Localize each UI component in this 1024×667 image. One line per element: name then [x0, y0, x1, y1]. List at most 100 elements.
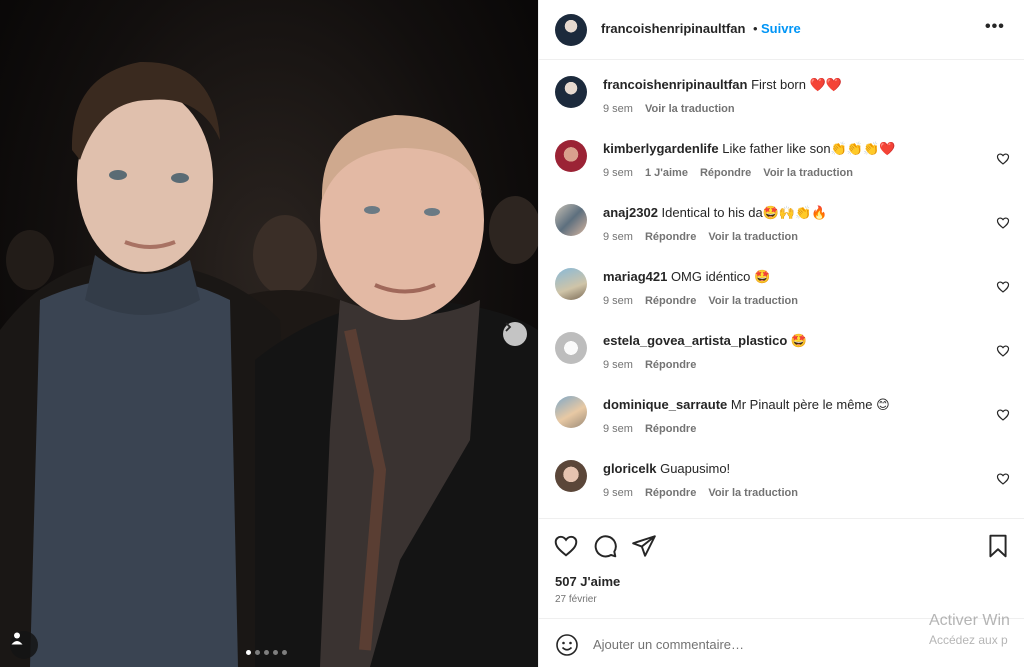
commenter-avatar[interactable]: [555, 396, 587, 428]
comment-time: 9 sem: [603, 295, 633, 307]
bookmark-icon[interactable]: [985, 533, 1011, 559]
user-icon: [11, 632, 23, 645]
post-actions: 507 J'aime 27 février: [539, 518, 1024, 618]
commenter-avatar[interactable]: [555, 460, 587, 492]
young-man-eye: [171, 173, 189, 183]
comment-body: estela_govea_artista_plastico 🤩: [603, 333, 807, 349]
tagged-users-button[interactable]: [10, 631, 38, 659]
comment-like-heart-icon[interactable]: [996, 472, 1010, 486]
see-translation-button[interactable]: Voir la traduction: [708, 487, 798, 499]
commenter-avatar[interactable]: [555, 140, 587, 172]
author-username[interactable]: francoishenripinaultfan: [601, 21, 745, 36]
follow-button[interactable]: Suivre: [761, 21, 801, 36]
comment-item: estela_govea_artista_plastico 🤩 9 sem Répo…: [539, 332, 1024, 396]
comment-item: gloricelk Guapusimo! 9 sem Répondre Voir la…: [539, 460, 1024, 518]
reply-button[interactable]: Répondre: [645, 359, 696, 371]
reply-button[interactable]: Répondre: [700, 167, 751, 179]
comment-time: 9 sem: [603, 423, 633, 435]
background-person: [6, 230, 54, 290]
comment-text: Like father like son👏👏👏❤️: [718, 141, 896, 156]
carousel-dot: [264, 650, 269, 655]
comment-item: mariag421 OMG idéntico 🤩 9 sem Répondre Voi…: [539, 268, 1024, 332]
comment-like-heart-icon[interactable]: [996, 344, 1010, 358]
comments-list[interactable]: francoishenripinaultfan First born ❤️❤️ 9…: [539, 60, 1024, 518]
reply-button[interactable]: Répondre: [645, 295, 696, 307]
commenter-avatar[interactable]: [555, 332, 587, 364]
post-side-panel: francoishenripinaultfan • Suivre ••• fra…: [538, 0, 1024, 667]
comment-body: dominique_sarraute Mr Pinault père le mê…: [603, 397, 890, 413]
young-man-eye: [109, 170, 127, 180]
comment-username[interactable]: francoishenripinaultfan: [603, 77, 747, 92]
comment-text: Identical to his da🤩🙌👏🔥: [657, 205, 828, 220]
comment-input[interactable]: [593, 633, 923, 655]
comment-body: gloricelk Guapusimo!: [603, 461, 730, 476]
carousel-next-button[interactable]: [503, 322, 527, 346]
heart-icon[interactable]: [553, 533, 579, 559]
comment-like-heart-icon[interactable]: [996, 216, 1010, 230]
comment-item: dominique_sarraute Mr Pinault père le mê…: [539, 396, 1024, 460]
older-man-eye: [364, 206, 380, 214]
comment-username[interactable]: dominique_sarraute: [603, 397, 727, 412]
comment-username[interactable]: kimberlygardenlife: [603, 141, 719, 156]
young-man-sweater: [30, 277, 238, 667]
see-translation-button[interactable]: Voir la traduction: [708, 295, 798, 307]
comment-composer: [539, 618, 1024, 667]
carousel-dot: [246, 650, 251, 655]
comment-likes[interactable]: 1 J'aime: [645, 167, 688, 179]
commenter-avatar[interactable]: [555, 76, 587, 108]
comment-username[interactable]: gloricelk: [603, 461, 656, 476]
comment-body: mariag421 OMG idéntico 🤩: [603, 269, 770, 285]
author-avatar[interactable]: [555, 14, 587, 46]
comment-username[interactable]: mariag421: [603, 269, 667, 284]
older-man-eye: [424, 208, 440, 216]
comment-meta: 9 sem Répondre: [603, 359, 696, 371]
reply-button[interactable]: Répondre: [645, 487, 696, 499]
reply-button[interactable]: Répondre: [645, 423, 696, 435]
comment-text: OMG idéntico 🤩: [667, 269, 771, 284]
comment-meta: 9 sem 1 J'aime Répondre Voir la traduction: [603, 167, 853, 179]
comment-text: 🤩: [787, 333, 808, 348]
comment-item: francoishenripinaultfan First born ❤️❤️ 9…: [539, 76, 1024, 140]
comment-time: 9 sem: [603, 103, 633, 115]
background-person: [489, 196, 538, 264]
comment-meta: 9 sem Répondre Voir la traduction: [603, 295, 798, 307]
comment-body: anaj2302 Identical to his da🤩🙌👏🔥: [603, 205, 827, 221]
comment-username[interactable]: anaj2302: [603, 205, 658, 220]
carousel-dots: [246, 650, 287, 655]
background-person: [253, 215, 317, 295]
comment-item: anaj2302 Identical to his da🤩🙌👏🔥 9 sem Rép…: [539, 204, 1024, 268]
likes-count[interactable]: 507 J'aime: [555, 574, 620, 589]
comment-item: kimberlygardenlife Like father like son👏…: [539, 140, 1024, 204]
comment-meta: 9 sem Répondre: [603, 423, 696, 435]
carousel-dot: [255, 650, 260, 655]
comment-time: 9 sem: [603, 167, 633, 179]
post-date: 27 février: [555, 594, 597, 605]
share-icon[interactable]: [631, 533, 657, 559]
more-options-icon[interactable]: •••: [985, 18, 1005, 36]
comment-time: 9 sem: [603, 231, 633, 243]
commenter-avatar[interactable]: [555, 268, 587, 300]
reply-button[interactable]: Répondre: [645, 231, 696, 243]
photo-illustration: [0, 61, 538, 667]
comment-text: Mr Pinault père le même 😊: [727, 397, 890, 412]
header-separator: •: [753, 21, 758, 36]
emoji-icon[interactable]: [555, 633, 579, 657]
post-header: francoishenripinaultfan • Suivre •••: [539, 0, 1024, 60]
comment-text: Guapusimo!: [656, 461, 731, 476]
see-translation-button[interactable]: Voir la traduction: [763, 167, 853, 179]
comment-like-heart-icon[interactable]: [996, 280, 1010, 294]
comment-meta: 9 sem Répondre Voir la traduction: [603, 231, 798, 243]
comment-time: 9 sem: [603, 359, 633, 371]
comment-username[interactable]: estela_govea_artista_plastico: [603, 333, 787, 348]
comment-like-heart-icon[interactable]: [996, 152, 1010, 166]
carousel-dot: [273, 650, 278, 655]
comment-text: First born ❤️❤️: [747, 77, 842, 92]
commenter-avatar[interactable]: [555, 204, 587, 236]
see-translation-button[interactable]: Voir la traduction: [645, 103, 735, 115]
comment-like-heart-icon[interactable]: [996, 408, 1010, 422]
comment-icon[interactable]: [592, 533, 618, 559]
comment-meta: 9 sem Répondre Voir la traduction: [603, 487, 798, 499]
comment-time: 9 sem: [603, 487, 633, 499]
see-translation-button[interactable]: Voir la traduction: [708, 231, 798, 243]
post-photo[interactable]: [0, 0, 538, 667]
